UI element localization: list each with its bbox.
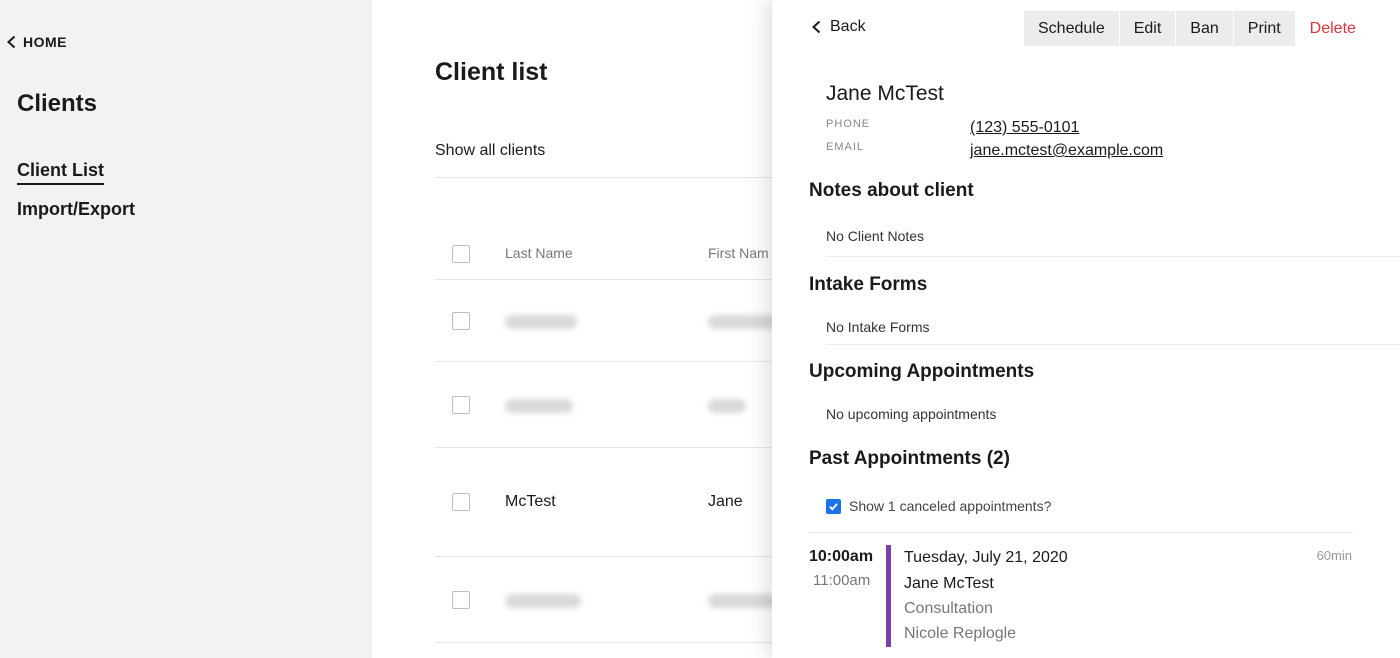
sidebar-item-client-list[interactable]: Client List xyxy=(17,160,105,185)
blurred-last-name xyxy=(505,399,573,413)
client-list-panel: Client list Show all clients Last Name F… xyxy=(372,0,772,658)
sidebar-nav: Client List Import/Export xyxy=(17,160,135,236)
delete-button[interactable]: Delete xyxy=(1296,11,1370,46)
home-label: HOME xyxy=(23,34,67,50)
appointment-date: Tuesday, July 21, 2020 xyxy=(904,549,1068,566)
row-checkbox[interactable] xyxy=(452,591,470,609)
appointment-type: Consultation xyxy=(904,600,993,617)
upcoming-appointments-title: Upcoming Appointments xyxy=(809,361,1035,382)
column-header-last-name[interactable]: Last Name xyxy=(505,245,573,261)
clients-sidebar: HOME Clients Client List Import/Export xyxy=(0,0,372,658)
table-row[interactable]: McTest Jane xyxy=(435,448,772,557)
blurred-first-name xyxy=(708,399,746,413)
client-detail-drawer: Back Schedule Edit Ban Print Delete Jane… xyxy=(772,0,1400,658)
table-row[interactable] xyxy=(435,557,772,643)
intake-forms-text: No Intake Forms xyxy=(826,319,930,335)
chevron-left-icon xyxy=(812,20,821,34)
ban-button[interactable]: Ban xyxy=(1176,11,1234,46)
table-header: Last Name First Nam xyxy=(435,228,772,280)
blurred-last-name xyxy=(505,315,577,329)
chevron-left-icon xyxy=(7,35,16,49)
appointment-client: Jane McTest xyxy=(904,575,994,592)
row-checkbox[interactable] xyxy=(452,396,470,414)
phone-label: PHONE xyxy=(826,118,871,130)
select-all-checkbox[interactable] xyxy=(452,245,470,263)
divider xyxy=(809,532,1353,533)
client-name: Jane McTest xyxy=(826,82,944,105)
upcoming-appointments-text: No upcoming appointments xyxy=(826,406,997,422)
intake-forms-title: Intake Forms xyxy=(809,274,928,295)
schedule-button[interactable]: Schedule xyxy=(1024,11,1120,46)
blurred-first-name xyxy=(708,594,772,608)
back-button[interactable]: Back xyxy=(810,18,866,36)
row-checkbox[interactable] xyxy=(452,493,470,511)
appointment-end-time: 11:00am xyxy=(813,572,871,589)
appointment-staff: Nicole Replogle xyxy=(904,625,1017,642)
sidebar-item-import-export[interactable]: Import/Export xyxy=(17,199,135,220)
client-table: Last Name First Nam McTest Jane xyxy=(435,228,772,643)
show-all-clients-filter[interactable]: Show all clients xyxy=(435,142,545,160)
client-toolbar: Schedule Edit Ban Print Delete xyxy=(1024,11,1370,46)
past-appointments-title: Past Appointments (2) xyxy=(809,448,1010,469)
table-row[interactable] xyxy=(435,280,772,362)
appointment-color-bar xyxy=(886,545,891,647)
first-name-cell: Jane xyxy=(708,493,743,510)
appointment-start-time: 10:00am xyxy=(809,548,874,565)
print-button[interactable]: Print xyxy=(1233,11,1296,46)
column-header-first-name[interactable]: First Nam xyxy=(708,245,769,261)
show-canceled-label: Show 1 canceled appointments? xyxy=(849,498,1052,514)
divider xyxy=(826,344,1400,345)
show-canceled-toggle[interactable]: Show 1 canceled appointments? xyxy=(826,498,1051,514)
table-row[interactable] xyxy=(435,362,772,448)
phone-link[interactable]: (123) 555-0101 xyxy=(970,119,1079,137)
notes-text: No Client Notes xyxy=(826,228,925,244)
email-link[interactable]: jane.mctest@example.com xyxy=(970,142,1163,160)
show-canceled-checkbox[interactable] xyxy=(826,498,841,514)
last-name-cell: McTest xyxy=(505,493,556,510)
back-label: Back xyxy=(830,18,866,35)
home-link[interactable]: HOME xyxy=(5,34,67,50)
blurred-last-name xyxy=(505,594,581,608)
email-label: EMAIL xyxy=(826,141,865,153)
divider xyxy=(826,256,1400,257)
checkmark-icon xyxy=(829,502,838,511)
row-checkbox[interactable] xyxy=(452,312,470,330)
appointment-duration: 60min xyxy=(1316,548,1352,563)
edit-button[interactable]: Edit xyxy=(1119,11,1177,46)
sidebar-title: Clients xyxy=(17,90,98,117)
blurred-first-name xyxy=(708,315,772,329)
notes-section-title: Notes about client xyxy=(809,180,974,201)
page-title: Client list xyxy=(435,58,548,86)
divider xyxy=(435,177,772,178)
